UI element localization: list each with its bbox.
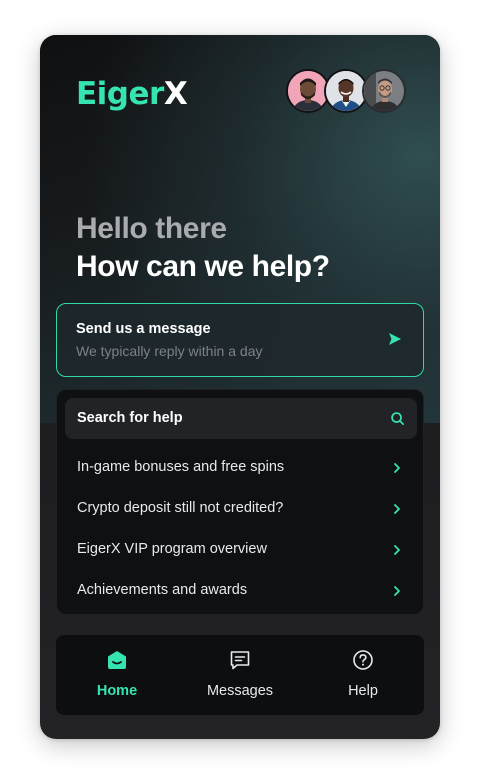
nav-help[interactable]: Help [302,635,424,715]
nav-messages-label: Messages [206,683,274,699]
search-icon [391,412,404,425]
send-message-card[interactable]: Send us a message We typically reply wit… [56,303,424,377]
logo-x: X [163,76,188,112]
help-icon [353,650,373,670]
logo-text: Eiger [76,76,164,112]
greeting-text: Hello there [76,212,227,245]
help-articles-panel: Search for help In-game bonuses and free… [56,389,424,615]
search-label: Search for help [77,410,183,426]
help-article-item[interactable]: Crypto deposit still not credited? [57,488,423,529]
avatar [362,69,406,113]
help-question-heading: How can we help? [76,250,330,283]
help-article-item[interactable]: In-game bonuses and free spins [57,447,423,488]
chevron-right-icon [394,545,400,555]
search-help-field[interactable]: Search for help [65,398,417,439]
help-article-item[interactable]: Achievements and awards [57,570,423,611]
eigerx-logo: EigerX [76,75,188,113]
chevron-right-icon [394,463,400,473]
help-article-item[interactable]: EigerX VIP program overview [57,529,423,570]
help-article-label: Achievements and awards [77,582,248,598]
chevron-right-icon [394,586,400,596]
messenger-widget: EigerX Hello there How can we help? Send… [40,35,440,739]
bottom-navigation: Home Messages Help [56,635,424,715]
help-article-label: EigerX VIP program overview [77,541,267,557]
help-article-label: Crypto deposit still not credited? [77,500,284,516]
help-article-label: In-game bonuses and free spins [77,459,285,475]
nav-help-label: Help [348,683,378,699]
send-message-title: Send us a message [76,321,211,337]
home-icon [108,651,126,669]
nav-home[interactable]: Home [56,635,178,715]
messages-icon [230,651,250,670]
nav-home-label: Home [96,683,138,699]
reply-time-text: We typically reply within a day [76,343,263,359]
team-avatars [286,69,406,113]
chevron-right-icon [394,504,400,514]
nav-messages[interactable]: Messages [179,635,301,715]
send-arrow-icon [389,333,401,345]
